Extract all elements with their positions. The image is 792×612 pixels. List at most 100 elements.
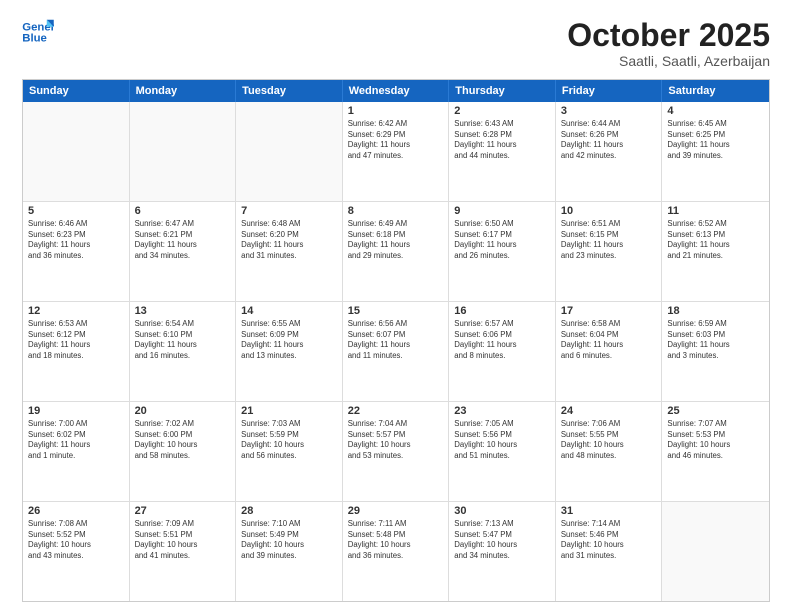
day-info: Sunrise: 6:51 AM Sunset: 6:15 PM Dayligh…	[561, 219, 657, 261]
header-cell-monday: Monday	[130, 80, 237, 102]
day-info: Sunrise: 6:52 AM Sunset: 6:13 PM Dayligh…	[667, 219, 764, 261]
calendar-header: SundayMondayTuesdayWednesdayThursdayFrid…	[23, 80, 769, 102]
day-number: 30	[454, 505, 550, 517]
top-section: General Blue October 2025 Saatli, Saatli…	[22, 18, 770, 69]
svg-text:Blue: Blue	[22, 33, 47, 45]
calendar-body: 1 Sunrise: 6:42 AM Sunset: 6:29 PM Daylig…	[23, 102, 769, 601]
day-number: 28	[241, 505, 337, 517]
day-number: 24	[561, 405, 657, 417]
day-cell-7: 7 Sunrise: 6:48 AM Sunset: 6:20 PM Daylig…	[236, 202, 343, 301]
day-number: 1	[348, 105, 444, 117]
header-cell-sunday: Sunday	[23, 80, 130, 102]
day-info: Sunrise: 6:44 AM Sunset: 6:26 PM Dayligh…	[561, 119, 657, 161]
day-number: 6	[135, 205, 231, 217]
day-number: 12	[28, 305, 124, 317]
day-info: Sunrise: 6:50 AM Sunset: 6:17 PM Dayligh…	[454, 219, 550, 261]
day-cell-4: 4 Sunrise: 6:45 AM Sunset: 6:25 PM Daylig…	[662, 102, 769, 201]
day-cell-12: 12 Sunrise: 6:53 AM Sunset: 6:12 PM Dayli…	[23, 302, 130, 401]
day-number: 7	[241, 205, 337, 217]
day-info: Sunrise: 6:59 AM Sunset: 6:03 PM Dayligh…	[667, 319, 764, 361]
day-cell-24: 24 Sunrise: 7:06 AM Sunset: 5:55 PM Dayli…	[556, 402, 663, 501]
day-cell-6: 6 Sunrise: 6:47 AM Sunset: 6:21 PM Daylig…	[130, 202, 237, 301]
day-number: 14	[241, 305, 337, 317]
day-number: 10	[561, 205, 657, 217]
day-cell-27: 27Sunrise: 7:09 AM Sunset: 5:51 PM Dayli…	[130, 502, 237, 601]
day-cell-16: 16Sunrise: 6:57 AM Sunset: 6:06 PM Dayli…	[449, 302, 556, 401]
day-number: 29	[348, 505, 444, 517]
day-info: Sunrise: 7:11 AM Sunset: 5:48 PM Dayligh…	[348, 519, 444, 561]
day-info: Sunrise: 6:57 AM Sunset: 6:06 PM Dayligh…	[454, 319, 550, 361]
month-title: October 2025	[567, 18, 770, 53]
day-number: 8	[348, 205, 444, 217]
day-number: 25	[667, 405, 764, 417]
day-info: Sunrise: 7:09 AM Sunset: 5:51 PM Dayligh…	[135, 519, 231, 561]
logo: General Blue	[22, 18, 54, 46]
day-cell-31: 31Sunrise: 7:14 AM Sunset: 5:46 PM Dayli…	[556, 502, 663, 601]
title-section: October 2025 Saatli, Saatli, Azerbaijan	[567, 18, 770, 69]
day-cell-21: 21Sunrise: 7:03 AM Sunset: 5:59 PM Dayli…	[236, 402, 343, 501]
day-number: 17	[561, 305, 657, 317]
day-info: Sunrise: 7:07 AM Sunset: 5:53 PM Dayligh…	[667, 419, 764, 461]
week-row-1: 1 Sunrise: 6:42 AM Sunset: 6:29 PM Daylig…	[23, 102, 769, 201]
day-cell-17: 17 Sunrise: 6:58 AM Sunset: 6:04 PM Dayli…	[556, 302, 663, 401]
day-info: Sunrise: 6:54 AM Sunset: 6:10 PM Dayligh…	[135, 319, 231, 361]
day-cell-26: 26 Sunrise: 7:08 AM Sunset: 5:52 PM Dayli…	[23, 502, 130, 601]
day-cell-2: 2Sunrise: 6:43 AM Sunset: 6:28 PM Daylig…	[449, 102, 556, 201]
day-info: Sunrise: 6:42 AM Sunset: 6:29 PM Dayligh…	[348, 119, 444, 161]
day-number: 19	[28, 405, 124, 417]
day-info: Sunrise: 6:45 AM Sunset: 6:25 PM Dayligh…	[667, 119, 764, 161]
day-number: 2	[454, 105, 550, 117]
calendar: SundayMondayTuesdayWednesdayThursdayFrid…	[22, 79, 770, 602]
header-cell-friday: Friday	[556, 80, 663, 102]
day-cell-13: 13 Sunrise: 6:54 AM Sunset: 6:10 PM Dayli…	[130, 302, 237, 401]
day-cell-20: 20 Sunrise: 7:02 AM Sunset: 6:00 PM Dayli…	[130, 402, 237, 501]
day-number: 9	[454, 205, 550, 217]
day-number: 4	[667, 105, 764, 117]
day-cell-11: 11Sunrise: 6:52 AM Sunset: 6:13 PM Dayli…	[662, 202, 769, 301]
logo-icon: General Blue	[22, 18, 54, 46]
day-number: 15	[348, 305, 444, 317]
day-number: 21	[241, 405, 337, 417]
day-cell-8: 8 Sunrise: 6:49 AM Sunset: 6:18 PM Daylig…	[343, 202, 450, 301]
day-cell-28: 28 Sunrise: 7:10 AM Sunset: 5:49 PM Dayli…	[236, 502, 343, 601]
day-cell-9: 9 Sunrise: 6:50 AM Sunset: 6:17 PM Daylig…	[449, 202, 556, 301]
header-cell-saturday: Saturday	[662, 80, 769, 102]
day-info: Sunrise: 7:02 AM Sunset: 6:00 PM Dayligh…	[135, 419, 231, 461]
week-row-3: 12 Sunrise: 6:53 AM Sunset: 6:12 PM Dayli…	[23, 301, 769, 401]
week-row-5: 26 Sunrise: 7:08 AM Sunset: 5:52 PM Dayli…	[23, 501, 769, 601]
day-cell-22: 22Sunrise: 7:04 AM Sunset: 5:57 PM Dayli…	[343, 402, 450, 501]
day-cell-3: 3Sunrise: 6:44 AM Sunset: 6:26 PM Daylig…	[556, 102, 663, 201]
day-info: Sunrise: 7:00 AM Sunset: 6:02 PM Dayligh…	[28, 419, 124, 461]
subtitle: Saatli, Saatli, Azerbaijan	[567, 53, 770, 69]
day-number: 26	[28, 505, 124, 517]
day-cell-1: 1 Sunrise: 6:42 AM Sunset: 6:29 PM Daylig…	[343, 102, 450, 201]
header-cell-thursday: Thursday	[449, 80, 556, 102]
day-info: Sunrise: 6:46 AM Sunset: 6:23 PM Dayligh…	[28, 219, 124, 261]
day-info: Sunrise: 6:47 AM Sunset: 6:21 PM Dayligh…	[135, 219, 231, 261]
day-cell-19: 19 Sunrise: 7:00 AM Sunset: 6:02 PM Dayli…	[23, 402, 130, 501]
day-info: Sunrise: 6:58 AM Sunset: 6:04 PM Dayligh…	[561, 319, 657, 361]
day-info: Sunrise: 7:13 AM Sunset: 5:47 PM Dayligh…	[454, 519, 550, 561]
day-info: Sunrise: 6:48 AM Sunset: 6:20 PM Dayligh…	[241, 219, 337, 261]
day-info: Sunrise: 7:08 AM Sunset: 5:52 PM Dayligh…	[28, 519, 124, 561]
day-cell-23: 23 Sunrise: 7:05 AM Sunset: 5:56 PM Dayli…	[449, 402, 556, 501]
day-info: Sunrise: 7:10 AM Sunset: 5:49 PM Dayligh…	[241, 519, 337, 561]
day-info: Sunrise: 6:53 AM Sunset: 6:12 PM Dayligh…	[28, 319, 124, 361]
empty-cell	[662, 502, 769, 601]
day-info: Sunrise: 7:05 AM Sunset: 5:56 PM Dayligh…	[454, 419, 550, 461]
day-number: 20	[135, 405, 231, 417]
day-info: Sunrise: 6:55 AM Sunset: 6:09 PM Dayligh…	[241, 319, 337, 361]
day-cell-10: 10 Sunrise: 6:51 AM Sunset: 6:15 PM Dayli…	[556, 202, 663, 301]
day-cell-18: 18 Sunrise: 6:59 AM Sunset: 6:03 PM Dayli…	[662, 302, 769, 401]
day-info: Sunrise: 7:14 AM Sunset: 5:46 PM Dayligh…	[561, 519, 657, 561]
day-info: Sunrise: 6:56 AM Sunset: 6:07 PM Dayligh…	[348, 319, 444, 361]
day-cell-30: 30 Sunrise: 7:13 AM Sunset: 5:47 PM Dayli…	[449, 502, 556, 601]
day-cell-15: 15 Sunrise: 6:56 AM Sunset: 6:07 PM Dayli…	[343, 302, 450, 401]
day-info: Sunrise: 6:49 AM Sunset: 6:18 PM Dayligh…	[348, 219, 444, 261]
page: General Blue October 2025 Saatli, Saatli…	[0, 0, 792, 612]
day-number: 23	[454, 405, 550, 417]
day-info: Sunrise: 7:06 AM Sunset: 5:55 PM Dayligh…	[561, 419, 657, 461]
day-number: 13	[135, 305, 231, 317]
day-number: 18	[667, 305, 764, 317]
empty-cell	[130, 102, 237, 201]
